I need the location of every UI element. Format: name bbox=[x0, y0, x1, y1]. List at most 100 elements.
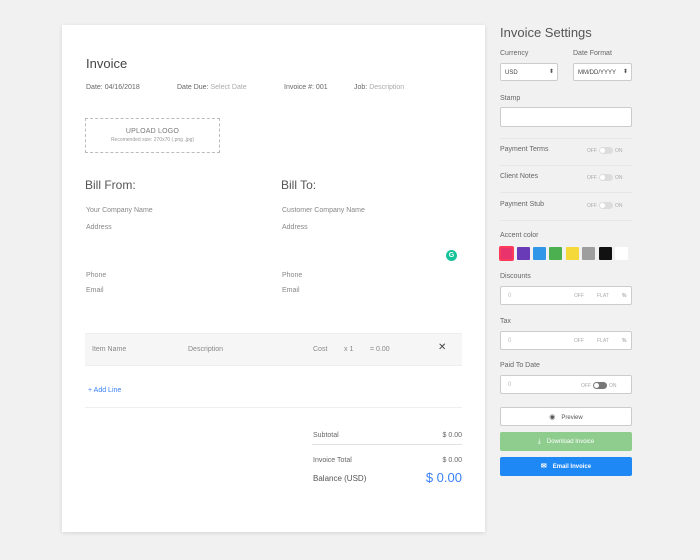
email-invoice-button[interactable]: ✉ Email Invoice bbox=[500, 457, 632, 476]
stamp-label: Stamp bbox=[500, 95, 521, 102]
toggle-off-label: OFF bbox=[581, 382, 591, 389]
download-label: Download Invoice bbox=[546, 439, 595, 445]
swatch-white[interactable] bbox=[615, 247, 628, 260]
preview-button[interactable]: ◉ Preview bbox=[500, 407, 632, 426]
job-label: Job: bbox=[354, 84, 368, 91]
toggle-switch bbox=[599, 147, 613, 154]
client-notes-label: Client Notes bbox=[500, 173, 539, 180]
toggle-switch bbox=[599, 202, 613, 209]
swatch-yellow[interactable] bbox=[566, 247, 579, 260]
subtotal-value: $ 0.00 bbox=[442, 432, 462, 439]
discounts-flat-option[interactable]: FLAT bbox=[597, 293, 609, 299]
invoice-due-date[interactable]: Date Due: Select Date bbox=[177, 84, 247, 91]
discounts-off-option[interactable]: OFF bbox=[574, 293, 584, 299]
swatch-black[interactable] bbox=[599, 247, 612, 260]
swatch-purple[interactable] bbox=[517, 247, 530, 260]
item-description-input[interactable]: Description bbox=[188, 346, 223, 353]
toggle-off-label: OFF bbox=[587, 202, 597, 209]
toggle-switch bbox=[593, 382, 607, 389]
currency-value: USD bbox=[505, 70, 518, 76]
payment-terms-toggle[interactable]: OFF ON bbox=[587, 147, 623, 154]
currency-select[interactable]: USD ⬍ bbox=[500, 63, 558, 81]
divider bbox=[500, 192, 632, 193]
discounts-placeholder: 0 bbox=[508, 293, 512, 299]
accent-color-label: Accent color bbox=[500, 232, 539, 239]
eye-icon: ◉ bbox=[549, 414, 556, 421]
discounts-input[interactable]: 0 OFF FLAT % bbox=[500, 286, 632, 305]
upload-logo-button[interactable]: UPLOAD LOGO Recomended size: 270x70 (.pn… bbox=[85, 118, 220, 153]
divider bbox=[500, 165, 632, 166]
discounts-percent-option[interactable]: % bbox=[622, 293, 626, 299]
to-company-field[interactable]: Customer Company Name bbox=[282, 207, 365, 214]
swatch-blue[interactable] bbox=[533, 247, 546, 260]
subtotal-label: Subtotal bbox=[313, 432, 339, 439]
item-quantity[interactable]: x 1 bbox=[344, 346, 353, 353]
job-placeholder: Description bbox=[369, 84, 405, 91]
paid-to-date-label: Paid To Date bbox=[500, 362, 540, 369]
stamp-input[interactable] bbox=[500, 107, 632, 127]
email-label: Email Invoice bbox=[552, 464, 592, 470]
paid-to-date-input[interactable]: 0 OFF ON bbox=[500, 375, 632, 394]
item-cost-input[interactable]: Cost bbox=[313, 346, 327, 353]
payment-stub-label: Payment Stub bbox=[500, 201, 544, 208]
date-value: 04/16/2018 bbox=[104, 84, 140, 91]
tax-input[interactable]: 0 OFF FLAT % bbox=[500, 331, 632, 350]
grammarly-icon[interactable]: G bbox=[446, 250, 457, 261]
swatch-gray[interactable] bbox=[582, 247, 595, 260]
from-address-field[interactable]: Address bbox=[86, 224, 112, 231]
upload-logo-hint: Recomended size: 270x70 (.png .jpg) bbox=[110, 137, 195, 143]
invoice-number[interactable]: Invoice #: 001 bbox=[284, 84, 328, 91]
select-arrows-icon: ⬍ bbox=[548, 69, 554, 75]
add-line-button[interactable]: + Add Line bbox=[88, 387, 121, 394]
invoice-total-label: Invoice Total bbox=[313, 457, 352, 464]
to-address-field[interactable]: Address bbox=[282, 224, 308, 231]
bill-from-heading: Bill From: bbox=[85, 178, 136, 192]
from-company-field[interactable]: Your Company Name bbox=[86, 207, 153, 214]
upload-logo-label: UPLOAD LOGO bbox=[125, 128, 180, 135]
remove-line-icon[interactable]: ✕ bbox=[438, 342, 446, 353]
invoice-date[interactable]: Date: 04/16/2018 bbox=[86, 84, 140, 91]
date-format-label: Date Format bbox=[573, 50, 612, 57]
to-phone-field[interactable]: Phone bbox=[282, 272, 302, 279]
to-email-field[interactable]: Email bbox=[282, 287, 300, 294]
download-icon: ⤓ bbox=[537, 438, 541, 445]
toggle-on-label: ON bbox=[609, 382, 617, 389]
select-arrows-icon: ⬍ bbox=[622, 69, 628, 75]
due-placeholder: Select Date bbox=[210, 84, 247, 91]
tax-off-option[interactable]: OFF bbox=[574, 338, 584, 344]
toggle-off-label: OFF bbox=[587, 174, 597, 181]
date-label: Date: bbox=[86, 84, 103, 91]
divider bbox=[85, 407, 462, 408]
line-item-row: Item Name Description Cost x 1 = 0.00 ✕ bbox=[85, 333, 462, 366]
toggle-off-label: OFF bbox=[587, 147, 597, 154]
swatch-pink[interactable] bbox=[499, 246, 514, 261]
invoice-job[interactable]: Job: Description bbox=[354, 84, 404, 91]
date-format-value: MM/DD/YYYY bbox=[578, 70, 617, 76]
tax-flat-option[interactable]: FLAT bbox=[597, 338, 609, 344]
invoice-settings-panel: Invoice Settings Currency Date Format US… bbox=[499, 0, 632, 560]
balance-value: $ 0.00 bbox=[425, 470, 462, 485]
divider bbox=[500, 138, 632, 139]
tax-percent-option[interactable]: % bbox=[622, 338, 626, 344]
discounts-label: Discounts bbox=[500, 273, 531, 280]
invoice-total-value: $ 0.00 bbox=[442, 457, 462, 464]
tax-placeholder: 0 bbox=[508, 338, 512, 344]
paid-to-date-toggle[interactable]: OFF ON bbox=[581, 382, 617, 389]
from-email-field[interactable]: Email bbox=[86, 287, 104, 294]
currency-label: Currency bbox=[500, 50, 529, 57]
paid-placeholder: 0 bbox=[508, 382, 512, 388]
payment-stub-toggle[interactable]: OFF ON bbox=[587, 202, 623, 209]
tax-label: Tax bbox=[500, 318, 511, 325]
client-notes-toggle[interactable]: OFF ON bbox=[587, 174, 623, 181]
date-format-select[interactable]: MM/DD/YYYY ⬍ bbox=[573, 63, 632, 81]
swatch-green[interactable] bbox=[549, 247, 562, 260]
from-phone-field[interactable]: Phone bbox=[86, 272, 106, 279]
item-name-input[interactable]: Item Name bbox=[92, 346, 126, 353]
divider bbox=[500, 220, 632, 221]
toggle-on-label: ON bbox=[615, 147, 623, 154]
download-invoice-button[interactable]: ⤓ Download Invoice bbox=[500, 432, 632, 451]
balance-label: Balance (USD) bbox=[313, 474, 367, 483]
totals-divider bbox=[312, 444, 462, 445]
bill-to-heading: Bill To: bbox=[281, 178, 317, 192]
toggle-on-label: ON bbox=[615, 202, 623, 209]
